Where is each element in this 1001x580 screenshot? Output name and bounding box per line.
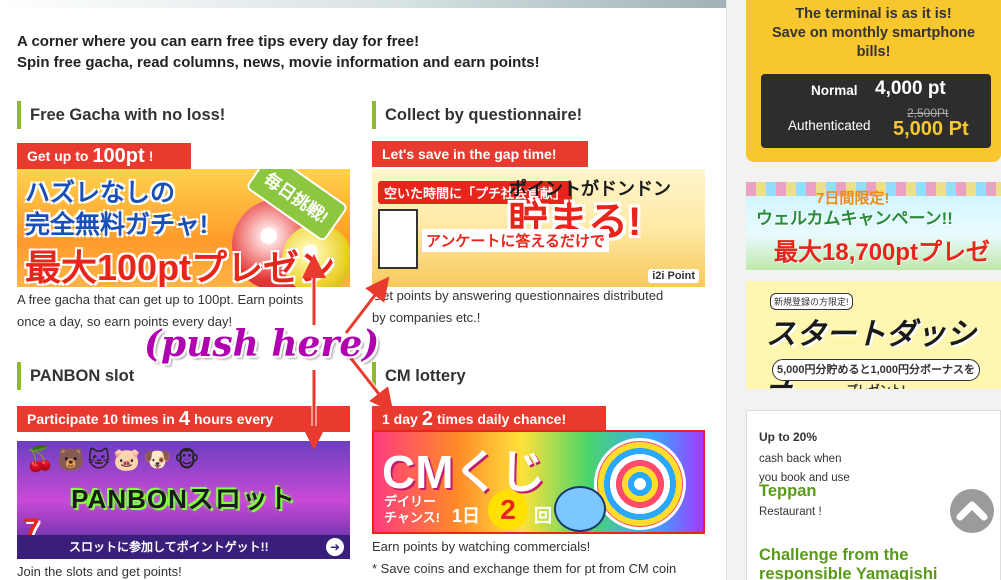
i2i-point-logo: i2i Point [648,269,699,283]
slot-ribbon-prefix: Participate 10 times in [27,411,175,427]
questionnaire-banner-sub: アンケートに答えるだけで [422,229,609,252]
gacha-banner[interactable]: 毎日挑戦! ハズレなしの 完全無料ガチャ! 最大100ptプレゼント! [17,169,350,287]
cm-desc-line-1: Earn points by watching commercials! [372,539,591,554]
welcome-line-3: 最大18,700ptプレゼント! [774,239,991,266]
promo-msg-line-2: Save on monthly smartphone [771,25,976,41]
cm-heading: CM lottery [372,362,466,390]
slot-banner-title: PANBONスロット [71,484,296,514]
slot-ribbon-value: 4 [178,408,190,430]
gacha-ribbon: Get up to 100pt! [17,143,191,169]
cm-ribbon-prefix: 1 day [382,411,418,427]
gacha-ribbon-prefix: Get up to [27,148,89,164]
gacha-ribbon-value: 100pt [92,145,145,167]
cm-ribbon: 1 day 2 times daily chance! [372,406,606,432]
slot-heading: PANBON slot [17,362,134,390]
authenticated-label: Authenticated [788,118,871,133]
cm-banner-count: 2 [488,490,528,530]
cherry-icon: 🍒 [25,446,55,473]
gacha-heading: Free Gacha with no loss! [17,101,225,129]
chevron-up-icon [956,501,988,521]
welcome-campaign-banner[interactable]: 7日間限定! ウェルカムキャンペーン!! 最大18,700ptプレゼント! [746,182,1001,270]
normal-value: 4,000 pt [875,78,946,99]
cm-banner-title: CMくじ [382,446,546,498]
gacha-ribbon-suffix: ! [148,148,154,164]
next-article-link[interactable]: Challenge from the responsible Yamagishi [759,546,999,580]
promo-points-box: Normal 4,000 pt Authenticated 2,500Pt 5,… [761,74,991,148]
cashback-line-1: cash back when [759,453,842,465]
clipboard-icon [378,209,418,269]
cm-description: Earn points by watching commercials! * S… [372,536,722,580]
slot-ribbon: Participate 10 times in 4 hours every [17,406,350,432]
slot-banner[interactable]: 🍒 🐻🐱🐷🐶🐵 PANBONスロット 7 スロットに参加してポイントゲット!! … [17,441,350,559]
push-here-label: (push here) [144,323,380,365]
questionnaire-heading: Collect by questionnaire! [372,101,582,129]
promo-msg-line-3: bills! [856,44,891,60]
authenticated-value: 5,000 Pt [893,118,969,140]
cm-ribbon-value: 2 [421,408,433,430]
slot-banner-footer: スロットに参加してポイントゲット!! ➜ [17,535,350,559]
start-dash-small: 新規登録の方限定! [770,293,853,310]
slot-ribbon-suffix: hours every [193,411,274,427]
promo-msg-line-1: The terminal is as it is! [795,6,952,22]
gacha-banner-line-1: ハズレなしの [25,179,176,207]
gacha-banner-line-3: 最大100ptプレゼント! [25,247,336,287]
scroll-to-top-button[interactable] [950,489,994,533]
cashback-upto: Up to 20% [759,430,818,444]
restaurant-name-link[interactable]: Teppan [759,482,816,501]
arrow-right-icon: ➜ [326,538,344,556]
cm-banner-kai: 回 [534,506,552,526]
intro-line-1: A corner where you can earn free tips ev… [17,33,420,50]
restaurant-type: Restaurant ! [759,506,822,518]
intro-text: A corner where you can earn free tips ev… [17,31,540,73]
promo-message: The terminal is as it is! Save on monthl… [746,5,1001,62]
welcome-line-2: ウェルカムキャンペーン!! [756,209,953,228]
start-dash-banner[interactable]: 新規登録の方限定! スタートダッシュ 5,000円分貯めると1,000円分ボーナ… [746,281,1001,389]
questionnaire-desc-line-1: Get points by answering questionnaires d… [372,288,664,303]
cm-ribbon-suffix: times daily chance! [436,411,567,427]
gacha-desc-line-1: A free gacha that can get up to 100pt. E… [17,292,304,307]
start-dash-foot: 5,000円分貯めると1,000円分ボーナスをプレゼント! [772,359,980,389]
slot-characters-icon: 🐻🐱🐷🐶🐵 [57,447,203,472]
slot-banner-foot-text: スロットに参加してポイントゲット!! [69,540,269,554]
roulette-wheel-icon [594,438,686,530]
normal-label: Normal [811,83,858,98]
main-content: A corner where you can earn free tips ev… [0,0,727,580]
bear-mascot-icon [554,486,606,532]
cm-banner-oneday: 1日 [452,506,481,526]
questionnaire-ribbon: Let's save in the gap time! [372,141,588,167]
intro-line-2: Spin free gacha, read columns, news, mov… [17,54,540,71]
questionnaire-desc-line-2: by companies etc.! [372,310,481,325]
slot-description: Join the slots and get points! [17,564,182,579]
sidebar-promo-box[interactable]: The terminal is as it is! Save on monthl… [746,0,1001,162]
questionnaire-banner[interactable]: 空いた時間に「プチ社会貢献」 ポイントがドンドン 貯まる! アンケートに答えるだ… [372,169,705,287]
cm-banner[interactable]: CMくじ デイリー チャンス! 1日 2 回 [372,430,705,534]
gacha-banner-line-2: 完全無料ガチャ! [25,211,209,239]
top-decorative-bar [0,0,726,8]
cm-banner-daily: デイリー チャンス! [384,494,440,525]
cm-desc-line-2: * Save coins and exchange them for pt fr… [372,561,677,576]
questionnaire-description: Get points by answering questionnaires d… [372,285,712,329]
